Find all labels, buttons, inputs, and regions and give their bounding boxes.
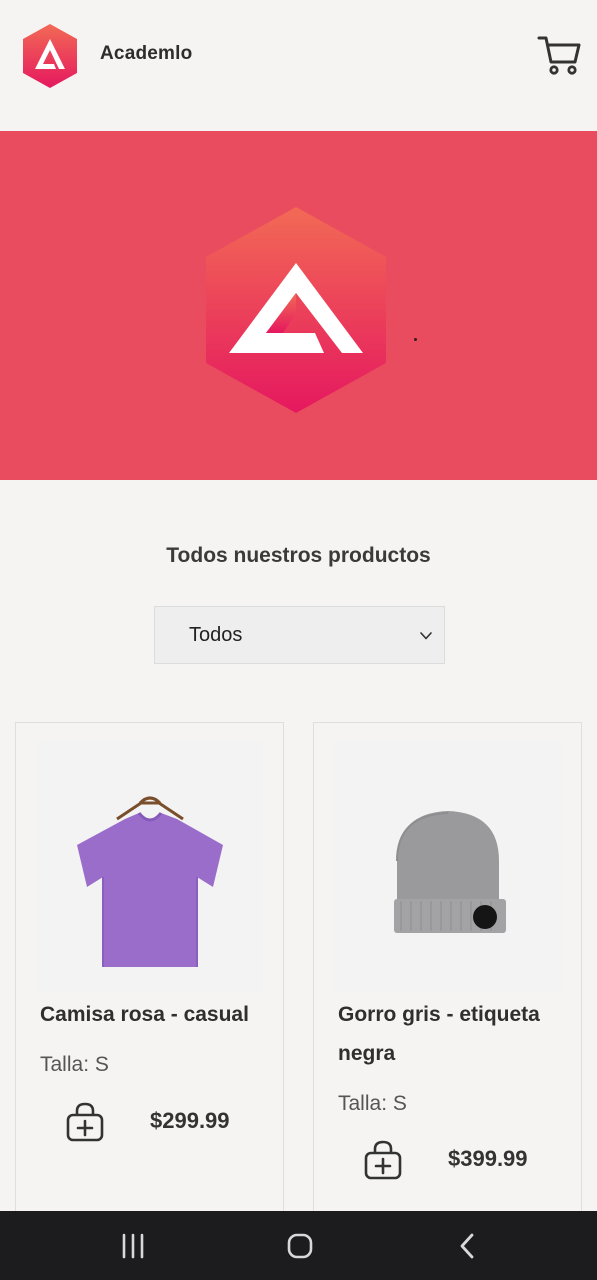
product-price: $399.99 <box>448 1146 528 1171</box>
recent-apps-icon[interactable] <box>117 1230 149 1262</box>
home-icon[interactable] <box>284 1230 316 1262</box>
cart-icon[interactable] <box>536 32 582 78</box>
back-icon[interactable] <box>452 1230 484 1262</box>
brand-name[interactable]: Academlo <box>100 43 192 65</box>
product-name[interactable]: Camisa rosa - casual <box>40 995 265 1034</box>
product-price: $299.99 <box>150 1108 230 1133</box>
product-size: Talla: S <box>40 1053 109 1076</box>
product-card[interactable]: Gorro gris - etiqueta negra Talla: S $39… <box>313 722 582 1242</box>
system-navigation-bar <box>0 1211 597 1280</box>
product-name[interactable]: Gorro gris - etiqueta negra <box>338 995 563 1073</box>
category-filter-value: Todos <box>189 624 243 646</box>
hero-dot <box>414 338 417 341</box>
product-card[interactable]: Camisa rosa - casual Talla: S $299.99 <box>15 722 284 1242</box>
purple-tshirt-image-icon <box>77 796 223 967</box>
academlo-logo-icon[interactable] <box>21 23 79 89</box>
hero-banner <box>0 131 597 480</box>
product-image[interactable] <box>37 741 263 993</box>
add-to-cart-bag-icon[interactable] <box>64 1101 106 1143</box>
chevron-down-icon <box>420 632 432 640</box>
app-header: Academlo <box>0 0 597 131</box>
category-filter-select[interactable]: Todos <box>154 606 445 664</box>
gray-beanie-image-icon <box>394 811 506 933</box>
product-size: Talla: S <box>338 1092 407 1115</box>
add-to-cart-bag-icon[interactable] <box>362 1139 404 1181</box>
academlo-logo-icon <box>206 207 386 413</box>
page: Academlo Todos nuestros productos Todos <box>0 0 597 1280</box>
product-image[interactable] <box>335 741 561 993</box>
catalog-title: Todos nuestros productos <box>166 544 431 567</box>
